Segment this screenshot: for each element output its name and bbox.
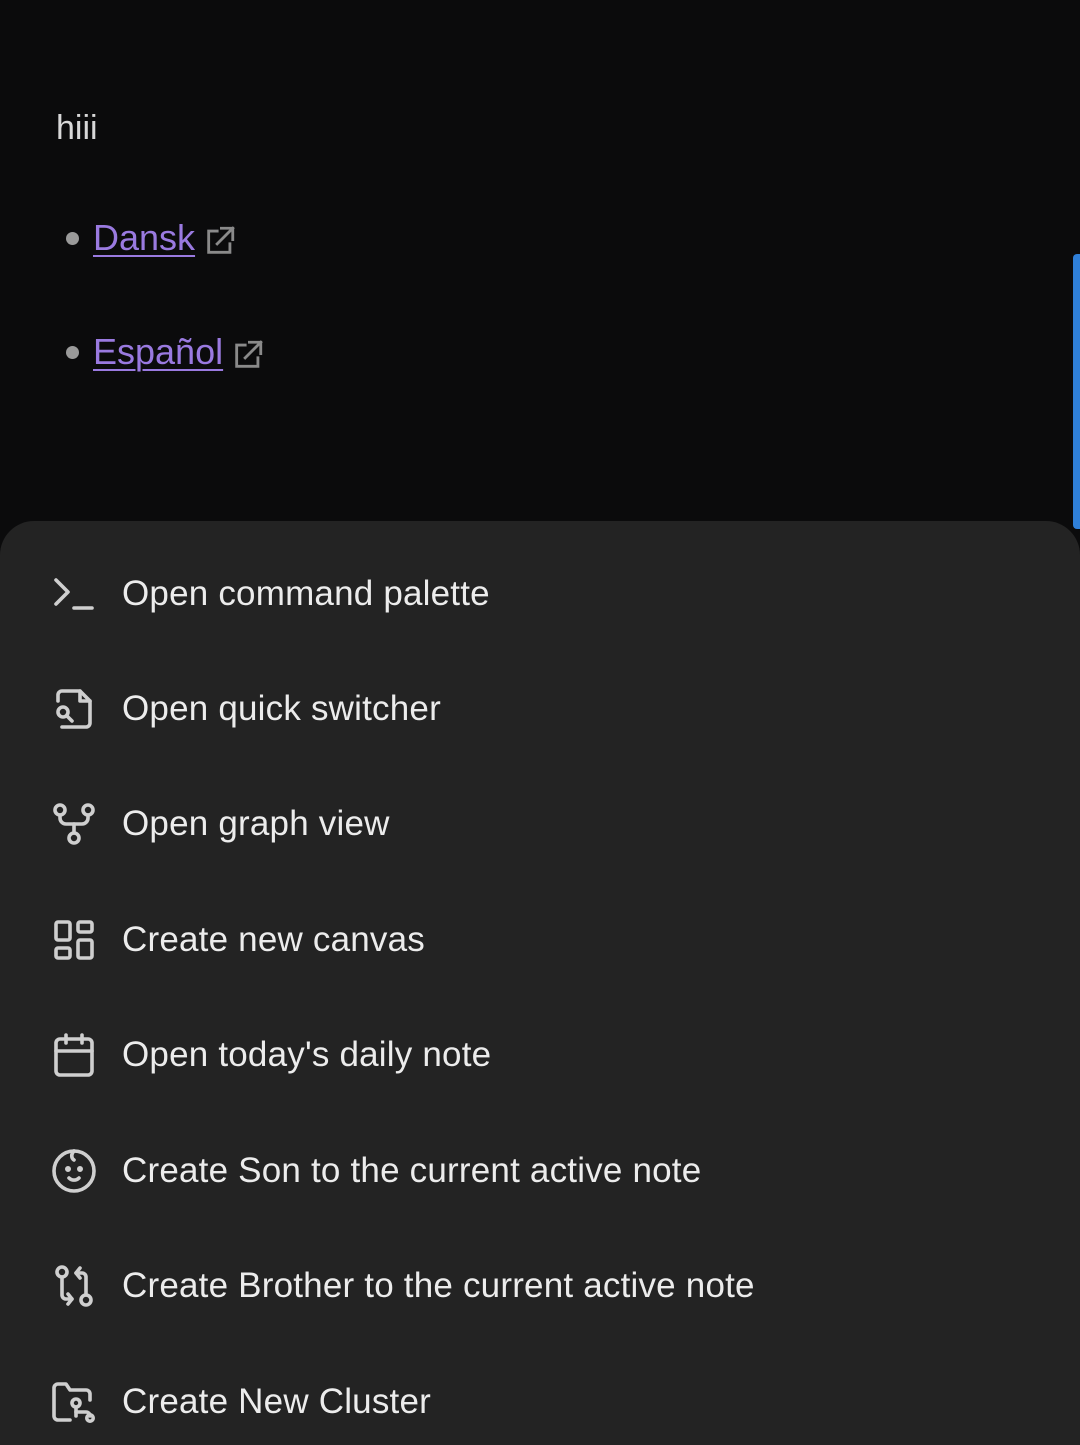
file-search-icon [50,685,98,733]
menu-item-label: Open graph view [122,803,390,843]
note-paragraph: hiii [56,109,98,147]
list-item: Dansk [66,214,237,262]
folder-tree-icon [50,1378,98,1426]
menu-item-label: Open quick switcher [122,688,441,728]
external-link-icon [231,338,265,372]
scrollbar[interactable] [1073,254,1080,529]
menu-item-label: Create new canvas [122,919,426,959]
menu-item-label: Create Son to the current active note [122,1150,702,1190]
calendar-icon [50,1031,98,1079]
bullet [66,345,79,359]
menu-item-open-command-palette[interactable]: Open command palette [0,536,1080,651]
external-link-icon [203,224,237,258]
menu-item-label: Create New Cluster [122,1381,431,1421]
note-content: hiii Dansk Español [0,0,1080,540]
mobile-screen: hiii Dansk Español Open command palette … [0,0,1080,1445]
menu-item-label: Create Brother to the current active not… [122,1265,755,1305]
layout-dashboard-icon [50,916,98,964]
menu-item-create-new-cluster[interactable]: Create New Cluster [0,1344,1080,1445]
menu-item-create-son[interactable]: Create Son to the current active note [0,1113,1080,1228]
menu-item-label: Open command palette [122,573,490,613]
command-bottom-sheet: Open command palette Open quick switcher [0,521,1080,1445]
git-compare-icon [50,1262,98,1310]
graph-icon [50,800,98,848]
menu-item-open-daily-note[interactable]: Open today's daily note [0,997,1080,1112]
menu-item-create-brother[interactable]: Create Brother to the current active not… [0,1228,1080,1343]
menu-item-label: Open today's daily note [122,1034,492,1074]
bullet [66,231,79,245]
external-link-espanol[interactable]: Español [93,331,223,373]
list-item: Español [66,328,265,376]
terminal-icon [50,570,98,618]
menu-item-create-new-canvas[interactable]: Create new canvas [0,882,1080,997]
baby-face-icon [50,1147,98,1195]
menu-item-open-quick-switcher[interactable]: Open quick switcher [0,651,1080,766]
external-link-dansk[interactable]: Dansk [93,217,195,259]
menu-item-open-graph-view[interactable]: Open graph view [0,766,1080,881]
